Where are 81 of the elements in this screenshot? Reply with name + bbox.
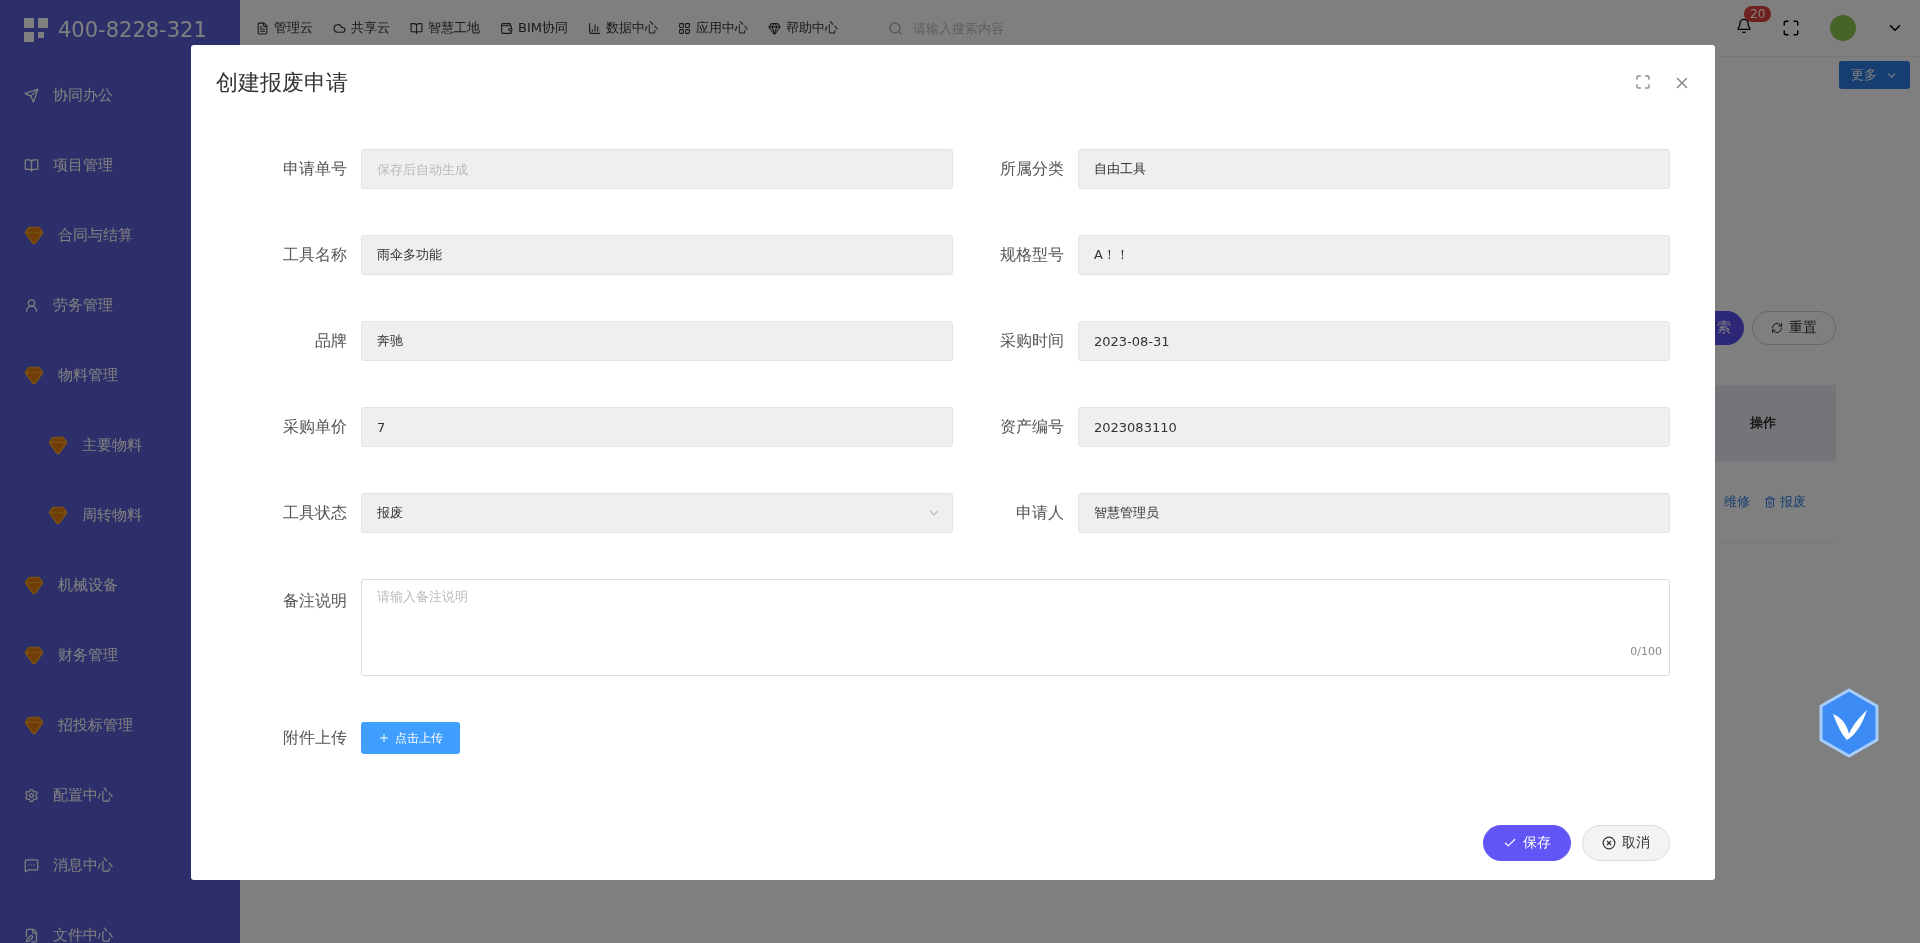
sidebar-item[interactable]: 财务管理 bbox=[0, 620, 240, 690]
nav-link[interactable]: 管理云 bbox=[256, 19, 313, 37]
input-field[interactable]: 智慧管理员 bbox=[1078, 493, 1670, 533]
logo-icon bbox=[24, 18, 48, 42]
gem-icon bbox=[24, 575, 44, 595]
gem-icon bbox=[24, 365, 44, 385]
nav-link[interactable]: 数据中心 bbox=[587, 19, 658, 37]
chat-icon bbox=[24, 857, 39, 873]
nav-link[interactable]: 应用中心 bbox=[677, 19, 748, 37]
bell-icon[interactable] bbox=[1736, 18, 1752, 34]
sidebar-item[interactable]: 消息中心 bbox=[0, 830, 240, 900]
nav-link[interactable]: 共享云 bbox=[333, 19, 390, 37]
book-icon bbox=[410, 21, 423, 35]
settings-icon bbox=[24, 787, 39, 803]
input-field[interactable]: 2023-08-31 bbox=[1078, 321, 1670, 361]
sidebar-item[interactable]: 招投标管理 bbox=[0, 690, 240, 760]
grid-icon bbox=[677, 21, 691, 35]
input-field[interactable]: 奔驰 bbox=[361, 321, 953, 361]
field-label: 备注说明 bbox=[282, 590, 347, 612]
input-field[interactable]: 自由工具 bbox=[1078, 149, 1670, 189]
cancel-button[interactable]: 取消 bbox=[1582, 825, 1670, 861]
gem-icon bbox=[767, 21, 781, 35]
sidebar-item[interactable]: 劳务管理 bbox=[0, 270, 240, 340]
trash-icon bbox=[1764, 495, 1776, 508]
character-counter: 0/100 bbox=[1630, 645, 1662, 658]
field-label: 工具状态 bbox=[282, 502, 347, 524]
circle-x-icon bbox=[1602, 836, 1616, 850]
field-label: 工具名称 bbox=[282, 244, 347, 266]
nav-link[interactable]: 帮助中心 bbox=[767, 19, 838, 37]
sidebar-subitem[interactable]: 主要物料 bbox=[0, 410, 240, 480]
field-label: 申请人 bbox=[1015, 502, 1064, 524]
sidebar-item[interactable]: 文件中心 bbox=[0, 900, 240, 943]
input-field[interactable]: 7 bbox=[361, 407, 953, 447]
wallet-icon bbox=[500, 21, 513, 35]
cloud-icon bbox=[333, 21, 346, 35]
input-field[interactable]: A！！ bbox=[1078, 235, 1670, 275]
sidebar-item[interactable]: 合同与结算 bbox=[0, 200, 240, 270]
input-field[interactable]: 雨伞多功能 bbox=[361, 235, 953, 275]
maximize-icon[interactable] bbox=[1635, 73, 1651, 90]
dialog-title: 创建报废申请 bbox=[216, 68, 348, 97]
book-icon bbox=[24, 157, 39, 173]
field-label: 申请单号 bbox=[282, 158, 347, 180]
nav-link[interactable]: BIM协同 bbox=[500, 19, 568, 37]
input-field[interactable]: 2023083110 bbox=[1078, 407, 1670, 447]
upload-button[interactable]: 点击上传 bbox=[361, 722, 460, 754]
search-icon bbox=[887, 20, 903, 36]
field-label: 品牌 bbox=[314, 330, 347, 352]
field-label: 采购时间 bbox=[999, 330, 1064, 352]
field-label: 附件上传 bbox=[282, 727, 347, 749]
notification-count: 20 bbox=[1744, 6, 1772, 22]
check-icon bbox=[1503, 836, 1517, 850]
bar-chart-icon bbox=[587, 21, 601, 35]
phone-number: 400-8228-321 bbox=[58, 18, 207, 42]
field-label: 规格型号 bbox=[999, 244, 1064, 266]
gem-icon bbox=[24, 645, 44, 665]
gem-icon bbox=[24, 225, 44, 245]
save-button[interactable]: 保存 bbox=[1483, 825, 1571, 861]
field-label: 资产编号 bbox=[999, 416, 1064, 438]
document-icon bbox=[256, 21, 269, 35]
refresh-icon bbox=[1771, 322, 1783, 334]
action-link[interactable]: 维修 bbox=[1724, 492, 1750, 511]
sidebar-item[interactable]: 项目管理 bbox=[0, 130, 240, 200]
nav-link[interactable]: 智慧工地 bbox=[410, 19, 480, 37]
gem-icon bbox=[48, 435, 68, 455]
user-icon bbox=[24, 297, 39, 313]
sidebar-subitem[interactable]: 周转物料 bbox=[0, 480, 240, 550]
select-field[interactable]: 报废 bbox=[361, 493, 953, 533]
action-link[interactable]: 报废 bbox=[1764, 492, 1806, 511]
reset-button[interactable]: 重置 bbox=[1752, 311, 1836, 345]
sidebar-item[interactable]: 机械设备 bbox=[0, 550, 240, 620]
sidebar-item[interactable]: 物料管理 bbox=[0, 340, 240, 410]
fullscreen-icon[interactable] bbox=[1782, 19, 1800, 37]
more-button[interactable]: 更多 bbox=[1839, 61, 1910, 89]
field-label: 采购单价 bbox=[282, 416, 347, 438]
sidebar-item[interactable]: 配置中心 bbox=[0, 760, 240, 830]
send-icon bbox=[24, 87, 39, 103]
field-label: 所属分类 bbox=[999, 158, 1064, 180]
gem-icon bbox=[24, 715, 44, 735]
gem-icon bbox=[48, 505, 68, 525]
plus-icon bbox=[378, 732, 390, 744]
document-edit-icon bbox=[24, 927, 39, 943]
